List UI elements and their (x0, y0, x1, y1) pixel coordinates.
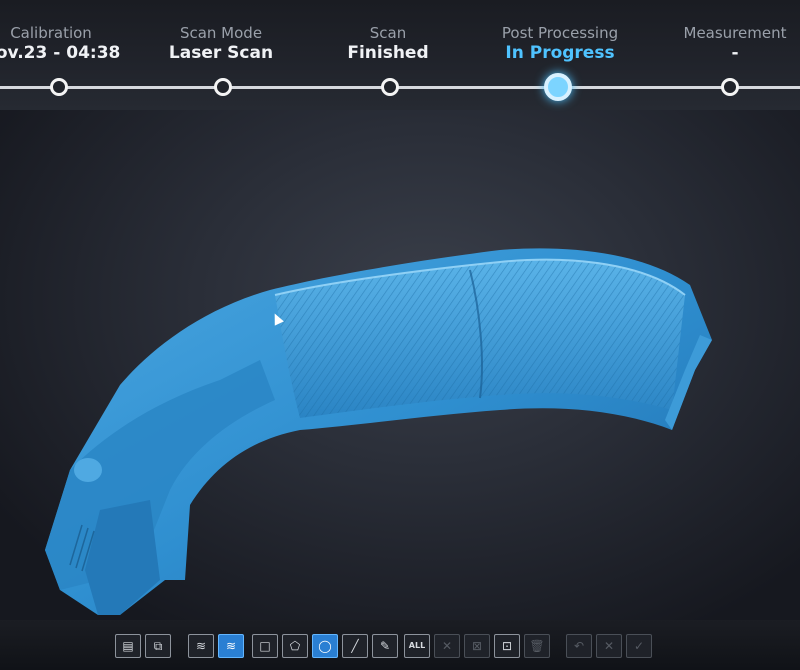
step-node-calibration[interactable] (50, 78, 68, 96)
step-measurement[interactable]: Measurement - (650, 24, 800, 64)
layer-tools: ≋ ≋ (188, 634, 244, 658)
line-select-icon[interactable]: ╱ (342, 634, 368, 658)
step-scan-mode[interactable]: Scan Mode Laser Scan (136, 24, 306, 64)
scanner-app-screen: Calibration Nov.23 - 04:38 Scan Mode Las… (0, 0, 800, 670)
cancel-icon[interactable]: ✕ (596, 634, 622, 658)
step-post-processing-title: Post Processing (501, 24, 619, 42)
3d-viewport[interactable] (0, 110, 800, 620)
step-post-processing-value: In Progress (505, 43, 615, 63)
step-node-measurement[interactable] (721, 78, 739, 96)
view-page-icon[interactable]: ▤ (115, 634, 141, 658)
deselect-icon[interactable]: ✕ (434, 634, 460, 658)
step-node-post-processing[interactable] (544, 73, 572, 101)
brush-select-icon[interactable]: ✎ (372, 634, 398, 658)
step-scan-value: Finished (347, 43, 429, 63)
step-node-scan[interactable] (381, 78, 399, 96)
undo-icon[interactable]: ↶ (566, 634, 592, 658)
view-tools: ▤ ⧉ (115, 634, 171, 658)
step-calibration-title: Calibration (10, 24, 92, 42)
view-cube-icon[interactable]: ⧉ (145, 634, 171, 658)
invert-select-icon[interactable]: ⊠ (464, 634, 490, 658)
rect-select-icon[interactable]: □ (252, 634, 278, 658)
workflow-progress-bar: Calibration Nov.23 - 04:38 Scan Mode Las… (0, 0, 800, 110)
select-connected-icon[interactable]: ⊡ (494, 634, 520, 658)
step-calibration-value: Nov.23 - 04:38 (0, 43, 121, 63)
selection-tools: □ ⬠ ◯ ╱ ✎ (252, 634, 398, 658)
step-scan[interactable]: Scan Finished (303, 24, 473, 64)
bottom-toolbar: ▤ ⧉ ≋ ≋ □ ⬠ ◯ ╱ ✎ ALL ✕ ⊠ ⊡ 🗑 ↶ ✕ ✓ (0, 620, 800, 670)
step-measurement-title: Measurement (683, 24, 787, 42)
step-post-processing[interactable]: Post Processing In Progress (475, 24, 645, 64)
progress-track (0, 86, 800, 89)
delete-icon[interactable]: 🗑 (524, 634, 550, 658)
step-calibration[interactable]: Calibration Nov.23 - 04:38 (0, 24, 136, 64)
lasso-select-icon[interactable]: ◯ (312, 634, 338, 658)
step-measurement-value: - (731, 43, 739, 63)
layers-selected-icon[interactable]: ≋ (218, 634, 244, 658)
confirm-tools: ↶ ✕ ✓ (566, 634, 652, 658)
polygon-select-icon[interactable]: ⬠ (282, 634, 308, 658)
step-scan-mode-value: Laser Scan (168, 43, 274, 63)
confirm-icon[interactable]: ✓ (626, 634, 652, 658)
select-all-icon[interactable]: ALL (404, 634, 430, 658)
edit-tools: ALL ✕ ⊠ ⊡ 🗑 (404, 634, 550, 658)
layers-icon[interactable]: ≋ (188, 634, 214, 658)
step-node-scan-mode[interactable] (214, 78, 232, 96)
step-scan-mode-title: Scan Mode (179, 24, 263, 42)
step-scan-title: Scan (369, 24, 407, 42)
scanned-part-mesh[interactable] (45, 248, 712, 616)
